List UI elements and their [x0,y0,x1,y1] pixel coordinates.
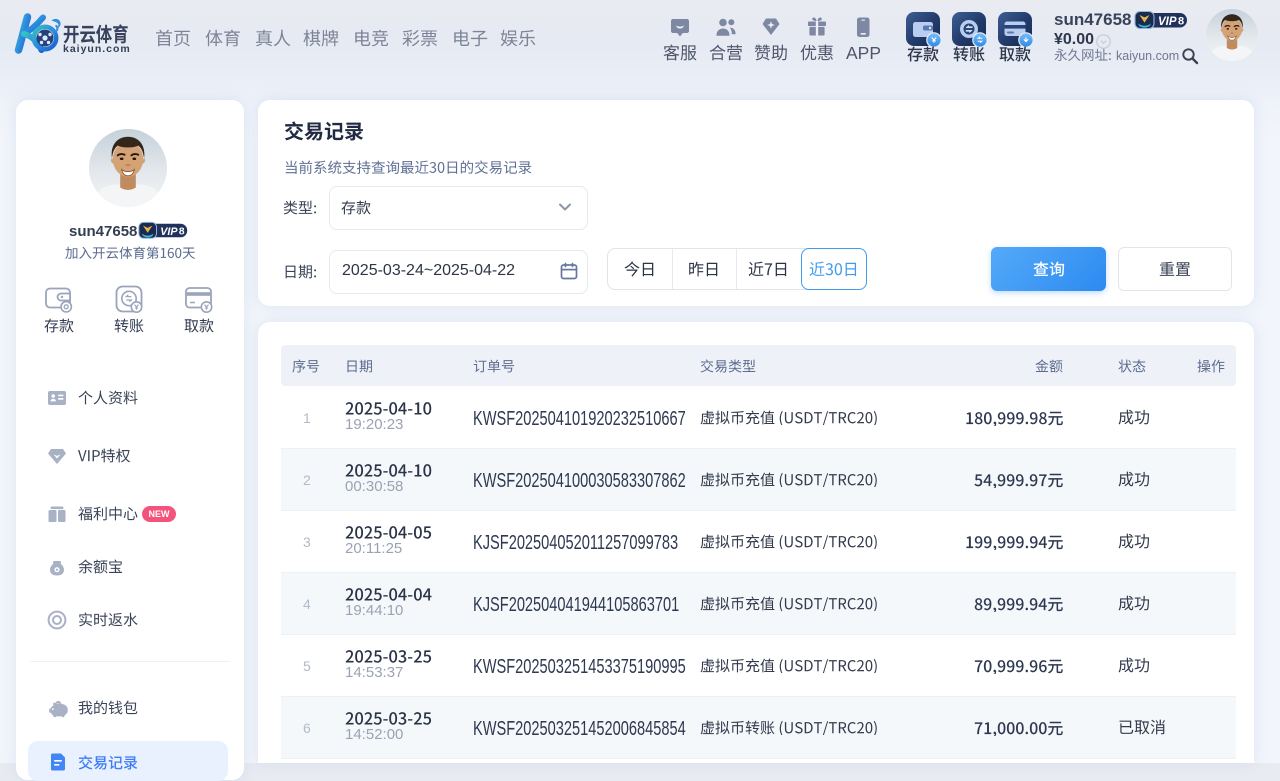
svg-text:VIP: VIP [1158,16,1177,28]
svg-text:VIP: VIP [160,226,178,238]
svg-text:8: 8 [179,227,185,238]
svg-text:8: 8 [1178,16,1184,28]
